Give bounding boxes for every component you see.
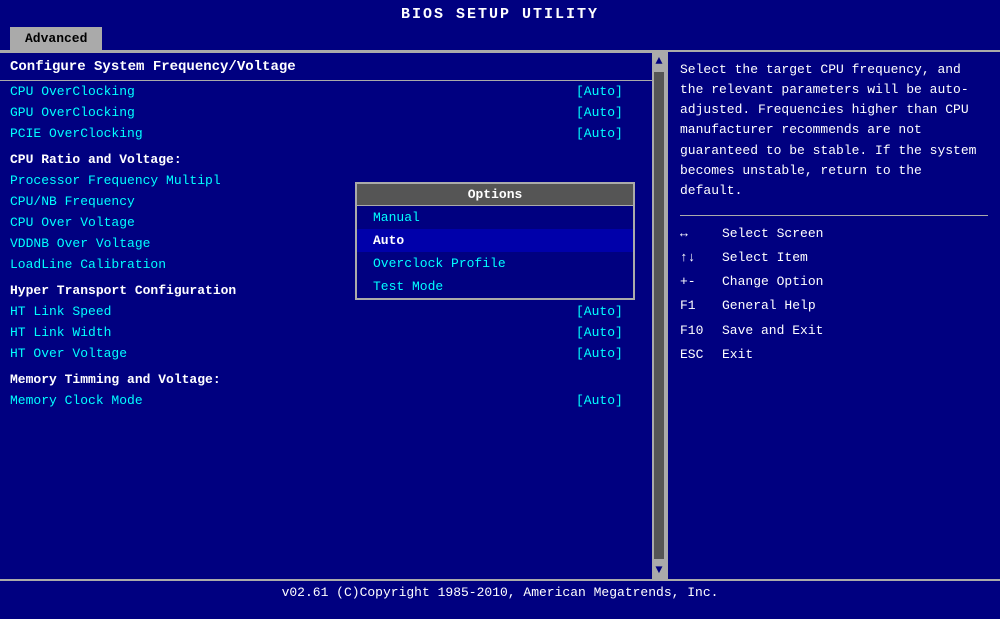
key-desc-item: Select Item (722, 248, 808, 268)
key-sym-screen: ↔ (680, 224, 714, 244)
key-row-save: F10 Save and Exit (680, 319, 988, 343)
ht-ov-value: [Auto] (576, 346, 656, 361)
key-section: ↔ Select Screen ↑↓ Select Item +- Change… (680, 215, 988, 367)
tab-advanced[interactable]: Advanced (10, 27, 102, 50)
key-row-help: F1 General Help (680, 294, 988, 318)
dropdown-title: Options (357, 184, 633, 206)
dropdown-item-auto[interactable]: Auto (357, 229, 633, 252)
section-title: Configure System Frequency/Voltage (10, 59, 296, 75)
ht-width-label: HT Link Width (10, 325, 111, 340)
key-sym-save: F10 (680, 321, 714, 341)
key-sym-help: F1 (680, 296, 714, 316)
proc-freq-label: Processor Frequency Multipl (10, 173, 221, 188)
section-header: Configure System Frequency/Voltage (0, 52, 666, 81)
dropdown-item-test-mode[interactable]: Test Mode (357, 275, 633, 298)
cpu-ov-label: CPU Over Voltage (10, 215, 135, 230)
key-desc-esc: Exit (722, 345, 753, 365)
mem-section-header: Memory Timming and Voltage: (0, 364, 666, 390)
key-desc-option: Change Option (722, 272, 823, 292)
footer: v02.61 (C)Copyright 1985-2010, American … (0, 579, 1000, 603)
dropdown-overlay: Options Manual Auto Overclock Profile Te… (355, 182, 635, 300)
gpu-oc-value: [Auto] (576, 105, 656, 120)
key-row-option: +- Change Option (680, 270, 988, 294)
loadline-label: LoadLine Calibration (10, 257, 166, 272)
app-title: BIOS SETUP UTILITY (401, 6, 599, 23)
gpu-oc-label: GPU OverClocking (10, 105, 135, 120)
key-row-item: ↑↓ Select Item (680, 246, 988, 270)
cpu-section-header: CPU Ratio and Voltage: (0, 144, 666, 170)
key-desc-save: Save and Exit (722, 321, 823, 341)
ht-speed-value: [Auto] (576, 304, 656, 319)
cpu-oc-value: [Auto] (576, 84, 656, 99)
setting-row-ht-width[interactable]: HT Link Width [Auto] (0, 322, 666, 343)
key-desc-help: General Help (722, 296, 816, 316)
mem-clock-label: Memory Clock Mode (10, 393, 143, 408)
pcie-oc-label: PCIE OverClocking (10, 126, 143, 141)
ht-settings-group: HT Link Speed [Auto] HT Link Width [Auto… (0, 301, 666, 364)
main-layout: Configure System Frequency/Voltage CPU O… (0, 50, 1000, 579)
cpu-nb-label: CPU/NB Frequency (10, 194, 135, 209)
scroll-down-button[interactable]: ▼ (655, 561, 662, 579)
key-row-screen: ↔ Select Screen (680, 222, 988, 246)
ht-ov-label: HT Over Voltage (10, 346, 127, 361)
left-scrollbar: ▲ ▼ (652, 52, 666, 579)
cpu-oc-label: CPU OverClocking (10, 84, 135, 99)
scroll-thumb[interactable] (654, 72, 664, 559)
key-sym-item: ↑↓ (680, 248, 714, 268)
left-panel: Configure System Frequency/Voltage CPU O… (0, 52, 668, 579)
ht-speed-label: HT Link Speed (10, 304, 111, 319)
setting-row-pcie-oc[interactable]: PCIE OverClocking [Auto] (0, 123, 666, 144)
title-bar: BIOS SETUP UTILITY (0, 0, 1000, 27)
setting-row-cpu-oc[interactable]: CPU OverClocking [Auto] (0, 81, 666, 102)
ht-width-value: [Auto] (576, 325, 656, 340)
vddnb-label: VDDNB Over Voltage (10, 236, 150, 251)
key-sym-esc: ESC (680, 345, 714, 365)
mem-settings-group: Memory Clock Mode [Auto] (0, 390, 666, 411)
key-sym-option: +- (680, 272, 714, 292)
setting-row-gpu-oc[interactable]: GPU OverClocking [Auto] (0, 102, 666, 123)
footer-text: v02.61 (C)Copyright 1985-2010, American … (282, 585, 719, 600)
hint-text: Select the target CPU frequency, and the… (680, 60, 988, 201)
key-row-esc: ESC Exit (680, 343, 988, 367)
setting-row-ht-ov[interactable]: HT Over Voltage [Auto] (0, 343, 666, 364)
setting-row-mem-clock[interactable]: Memory Clock Mode [Auto] (0, 390, 666, 411)
tab-bar: Advanced (0, 27, 1000, 50)
pcie-oc-value: [Auto] (576, 126, 656, 141)
key-desc-screen: Select Screen (722, 224, 823, 244)
scroll-up-button[interactable]: ▲ (655, 52, 662, 70)
dropdown-item-manual[interactable]: Manual (357, 206, 633, 229)
basic-settings-group: CPU OverClocking [Auto] GPU OverClocking… (0, 81, 666, 144)
right-panel: Select the target CPU frequency, and the… (668, 52, 1000, 579)
setting-row-ht-speed[interactable]: HT Link Speed [Auto] (0, 301, 666, 322)
mem-clock-value: [Auto] (576, 393, 656, 408)
dropdown-item-overclock-profile[interactable]: Overclock Profile (357, 252, 633, 275)
